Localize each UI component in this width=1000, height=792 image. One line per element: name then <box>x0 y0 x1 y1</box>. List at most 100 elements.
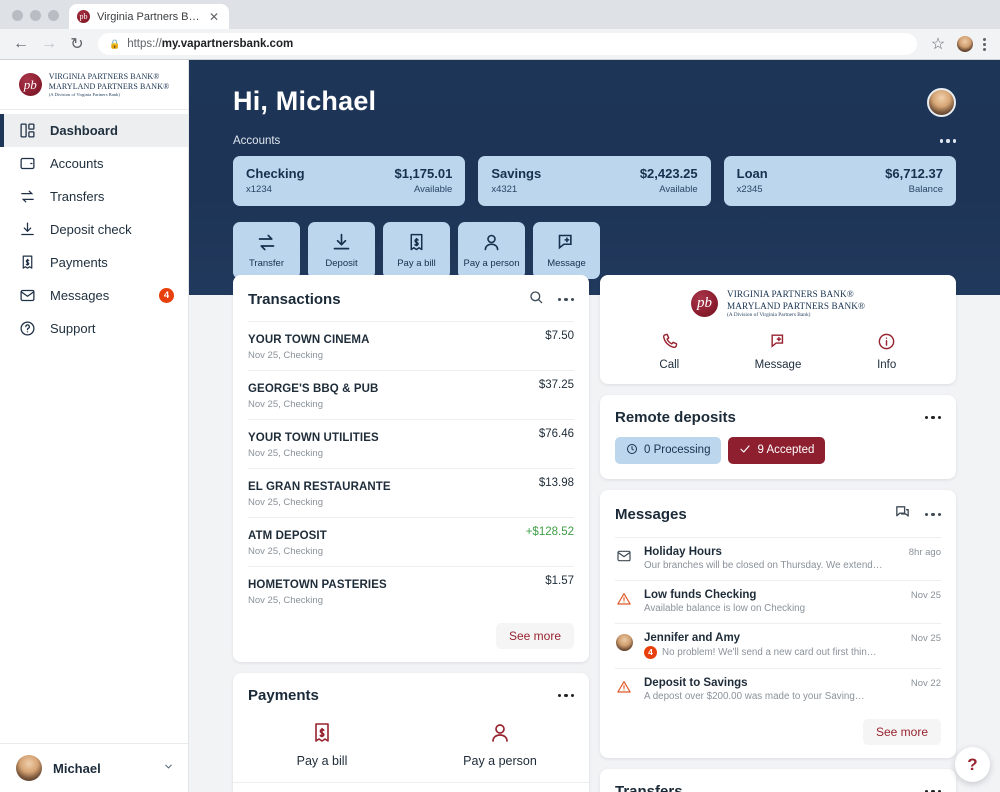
transactions-card: Transactions YOUR TOWN CINEMA Nov 25, Che… <box>233 275 589 662</box>
logo-line-1: VIRGINIA PARTNERS BANK® <box>726 289 854 299</box>
avatar <box>16 755 42 781</box>
info-button[interactable]: Info <box>832 332 941 371</box>
list-item[interactable]: Low funds Checking Available balance is … <box>615 579 941 623</box>
account-sublabel: Balance <box>908 184 943 195</box>
bookmark-star-icon[interactable]: ☆ <box>925 31 951 57</box>
browser-tab[interactable]: pb Virginia Partners Bank ✕ <box>69 4 229 29</box>
accounts-menu-icon[interactable] <box>939 139 956 143</box>
sidebar-item-deposit-check[interactable]: Deposit check <box>0 213 188 246</box>
window-controls[interactable] <box>8 10 69 29</box>
bank-logo-icon: pb <box>690 290 718 318</box>
minimize-window-button[interactable] <box>30 10 41 21</box>
transfer-icon <box>256 232 277 253</box>
person-icon <box>481 232 502 253</box>
list-item[interactable]: Jennifer and Amy 4 No problem! We'll sen… <box>615 622 941 668</box>
sidebar-item-accounts[interactable]: Accounts <box>0 147 188 180</box>
forward-button[interactable]: → <box>36 31 62 57</box>
info-icon <box>877 332 896 354</box>
sidebar-item-transfers[interactable]: Transfers <box>0 180 188 213</box>
browser-menu-icon[interactable] <box>979 37 990 51</box>
sidebar-user-menu[interactable]: Michael <box>0 743 188 792</box>
message-time: 8hr ago <box>908 546 941 558</box>
close-window-button[interactable] <box>12 10 23 21</box>
search-icon[interactable] <box>528 289 544 310</box>
status-label: 0 Processing <box>644 444 711 457</box>
bank-card-logo: pb VIRGINIA PARTNERS BANK® MARYLAND PART… <box>615 289 941 319</box>
status-badge-accepted[interactable]: 9 Accepted <box>728 436 826 464</box>
account-card-savings[interactable]: Savings $2,423.25 x4321 Available <box>478 156 711 206</box>
quick-action-label: Transfer <box>248 258 285 269</box>
list-item[interactable]: Deposit to Savings A depost over $200.00… <box>615 667 941 711</box>
right-column: pb VIRGINIA PARTNERS BANK® MARYLAND PART… <box>600 275 956 792</box>
back-button[interactable]: ← <box>8 31 34 57</box>
maximize-window-button[interactable] <box>48 10 59 21</box>
app-shell: pb VIRGINIA PARTNERS BANK® MARYLAND PART… <box>0 60 1000 792</box>
payments-menu-icon[interactable] <box>557 693 574 698</box>
table-row[interactable]: HOMETOWN PASTERIES Nov 25, Checking $1.57 <box>248 566 574 615</box>
table-row[interactable]: EL GRAN RESTAURANTE Nov 25, Checking $13.… <box>248 468 574 517</box>
card-title: Transactions <box>248 291 341 308</box>
quick-action-deposit[interactable]: Deposit <box>308 222 375 279</box>
sidebar-user-name: Michael <box>53 760 101 776</box>
table-row[interactable]: ATM DEPOSIT Nov 25, Checking +$128.52 <box>248 517 574 566</box>
message-preview: Available balance is low on Checking <box>644 602 806 614</box>
transaction-amount: $13.98 <box>538 477 574 489</box>
account-sublabel: Available <box>659 184 698 195</box>
transactions-see-more-button[interactable]: See more <box>495 623 574 649</box>
bank-action-label: Message <box>754 358 802 371</box>
account-card-loan[interactable]: Loan $6,712.37 x2345 Balance <box>723 156 956 206</box>
sidebar-item-label: Deposit check <box>50 222 132 237</box>
message-time: Nov 22 <box>910 677 941 689</box>
message-button[interactable]: Message <box>724 332 833 371</box>
table-row[interactable]: YOUR TOWN CINEMA Nov 25, Checking $7.50 <box>248 321 574 370</box>
pay-a-bill-button[interactable]: Pay a bill <box>233 721 411 768</box>
list-item[interactable]: Holiday Hours Our branches will be close… <box>615 536 941 580</box>
account-number: x4321 <box>491 184 518 195</box>
transaction-name: GEORGE'S BBQ & PUB <box>248 383 379 395</box>
status-badge-processing[interactable]: 0 Processing <box>615 436 722 464</box>
sidebar-item-label: Dashboard <box>50 123 118 138</box>
header-avatar[interactable] <box>927 88 956 117</box>
transaction-meta: Nov 25, Checking <box>248 399 323 410</box>
account-name: Checking <box>246 166 305 181</box>
transaction-name: YOUR TOWN CINEMA <box>248 334 370 346</box>
sidebar-item-dashboard[interactable]: Dashboard <box>0 114 188 147</box>
quick-action-pay-a-person[interactable]: Pay a person <box>458 222 525 279</box>
call-button[interactable]: Call <box>615 332 724 371</box>
messages-see-more-button[interactable]: See more <box>862 718 941 745</box>
reload-button[interactable]: ↻ <box>64 31 90 57</box>
lock-icon: 🔒 <box>109 38 121 49</box>
quick-action-transfer[interactable]: Transfer <box>233 222 300 279</box>
transactions-menu-icon[interactable] <box>557 297 574 302</box>
browser-profile-avatar[interactable] <box>957 36 973 52</box>
remote-deposits-menu-icon[interactable] <box>924 415 941 419</box>
messages-menu-icon[interactable] <box>924 513 941 517</box>
sidebar-item-payments[interactable]: Payments <box>0 246 188 279</box>
table-row[interactable]: GEORGE'S BBQ & PUB Nov 25, Checking $37.2… <box>248 370 574 419</box>
quick-action-label: Pay a bill <box>397 258 436 269</box>
help-button[interactable]: ? <box>955 747 990 782</box>
quick-action-label: Pay a person <box>463 258 520 269</box>
account-card-checking[interactable]: Checking $1,175.01 x1234 Available <box>233 156 466 206</box>
compose-message-icon[interactable] <box>894 504 911 526</box>
pay-a-person-button[interactable]: Pay a person <box>411 721 589 768</box>
sidebar-item-messages[interactable]: Messages 4 <box>0 279 188 312</box>
bill-icon <box>406 232 427 253</box>
transaction-amount: $1.57 <box>545 575 574 587</box>
payments-header: Payments <box>233 673 589 715</box>
browser-window: pb Virginia Partners Bank ✕ ← → ↻ 🔒 http… <box>0 0 1000 792</box>
sidebar-item-support[interactable]: Support <box>0 312 188 345</box>
close-tab-icon[interactable]: ✕ <box>207 11 221 23</box>
table-row[interactable]: YOUR TOWN UTILITIES Nov 25, Checking $76.… <box>248 419 574 468</box>
quick-action-message[interactable]: Message <box>533 222 600 279</box>
tab-favicon-icon: pb <box>77 10 90 23</box>
warning-icon <box>615 589 633 607</box>
sidebar-logo[interactable]: pb VIRGINIA PARTNERS BANK® MARYLAND PART… <box>0 60 188 110</box>
transaction-meta: Nov 25, Checking <box>248 448 323 459</box>
address-bar[interactable]: 🔒 https://my.vapartnersbank.com <box>98 33 917 55</box>
bill-icon <box>310 721 334 748</box>
list-item[interactable]: Your Town Utilities x1234 Scheduled $291… <box>233 782 589 792</box>
chevron-down-icon[interactable] <box>163 761 174 775</box>
quick-action-pay-a-bill[interactable]: Pay a bill <box>383 222 450 279</box>
